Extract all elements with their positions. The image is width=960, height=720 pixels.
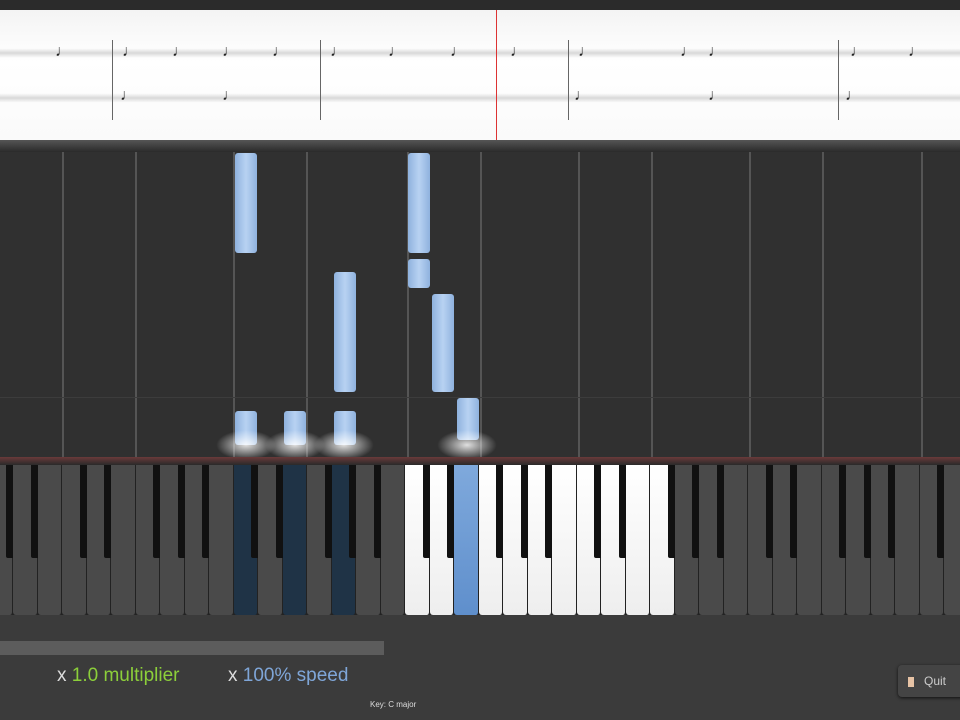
divider xyxy=(0,140,960,152)
sheet-music: ♩ ♩ ♩ ♩ ♩ ♩ ♩ ♩ ♩ ♩ ♩ ♩ ♩ ♩ ♩ ♩ ♩ ♩ ♩ xyxy=(0,10,960,140)
white-key-b6[interactable] xyxy=(895,465,920,615)
white-key-e3[interactable] xyxy=(283,465,308,615)
falling-note xyxy=(334,272,356,392)
playback-cursor xyxy=(496,10,497,140)
falling-note xyxy=(408,259,430,288)
beat-line xyxy=(749,152,751,457)
quarter-note-icon: ♩ xyxy=(55,44,71,60)
status-panel: x 1.0 multiplier x 100% speed Key: C maj… xyxy=(0,615,960,720)
quarter-note-icon: ♩ xyxy=(330,44,346,60)
falling-note xyxy=(408,153,430,253)
quarter-note-icon: ♩ xyxy=(222,88,238,104)
bar-line xyxy=(838,40,839,120)
bar-line xyxy=(320,40,321,120)
quarter-note-icon: ♩ xyxy=(908,44,924,60)
quarter-note-icon: ♩ xyxy=(680,44,696,60)
song-progress-bar[interactable] xyxy=(0,641,384,655)
speed-display: x 100% speed xyxy=(228,665,348,687)
multiplier-value: 1.0 multiplier xyxy=(72,665,180,686)
quarter-note-icon: ♩ xyxy=(574,88,590,104)
beat-line xyxy=(822,152,824,457)
staff-treble xyxy=(0,48,960,58)
note-hit-glow xyxy=(314,430,374,460)
quarter-note-icon: ♩ xyxy=(578,44,594,60)
speed-value: 100% speed xyxy=(243,665,349,686)
bar-line xyxy=(568,40,569,120)
note-hit-glow xyxy=(437,430,497,460)
quarter-note-icon: ♩ xyxy=(122,44,138,60)
beat-line xyxy=(651,152,653,457)
white-key-b5[interactable] xyxy=(724,465,749,615)
beat-line xyxy=(135,152,137,457)
quarter-note-icon: ♩ xyxy=(222,44,238,60)
white-key-b3[interactable] xyxy=(381,465,406,615)
white-key-d7[interactable] xyxy=(944,465,960,615)
staff-bass xyxy=(0,93,960,103)
quarter-note-icon: ♩ xyxy=(272,44,288,60)
quarter-note-icon: ♩ xyxy=(845,88,861,104)
speed-prefix: x xyxy=(228,665,238,686)
white-key-b2[interactable] xyxy=(209,465,234,615)
quit-label: Quit xyxy=(924,674,946,688)
multiplier-prefix: x xyxy=(57,665,67,686)
white-key-e6[interactable] xyxy=(797,465,822,615)
quarter-note-icon: ♩ xyxy=(172,44,188,60)
white-key-b1[interactable] xyxy=(38,465,63,615)
multiplier-display: x 1.0 multiplier xyxy=(57,665,180,687)
beat-line xyxy=(306,152,308,457)
beat-line xyxy=(480,152,482,457)
quarter-note-icon: ♩ xyxy=(850,44,866,60)
keyboard-top-edge xyxy=(0,457,960,465)
bar-line xyxy=(112,40,113,120)
beat-line xyxy=(62,152,64,457)
quarter-note-icon: ♩ xyxy=(388,44,404,60)
white-key-e4[interactable] xyxy=(454,465,479,615)
quarter-note-icon: ♩ xyxy=(708,44,724,60)
beat-line xyxy=(921,152,923,457)
falling-notes-area xyxy=(0,152,960,457)
quarter-note-icon: ♩ xyxy=(450,44,466,60)
falling-note xyxy=(432,294,454,392)
white-key-e2[interactable] xyxy=(111,465,136,615)
top-bar xyxy=(0,0,960,10)
falling-note xyxy=(235,153,257,253)
white-key-b4[interactable] xyxy=(552,465,577,615)
piano-keyboard[interactable] xyxy=(0,465,960,615)
white-key-e5[interactable] xyxy=(626,465,651,615)
measure-line xyxy=(0,397,960,398)
key-signature-label: Key: C major xyxy=(370,700,416,709)
beat-line xyxy=(578,152,580,457)
quit-button[interactable]: Quit xyxy=(898,665,960,697)
quarter-note-icon: ♩ xyxy=(708,88,724,104)
door-icon xyxy=(908,677,914,687)
quarter-note-icon: ♩ xyxy=(120,88,136,104)
quarter-note-icon: ♩ xyxy=(510,44,526,60)
